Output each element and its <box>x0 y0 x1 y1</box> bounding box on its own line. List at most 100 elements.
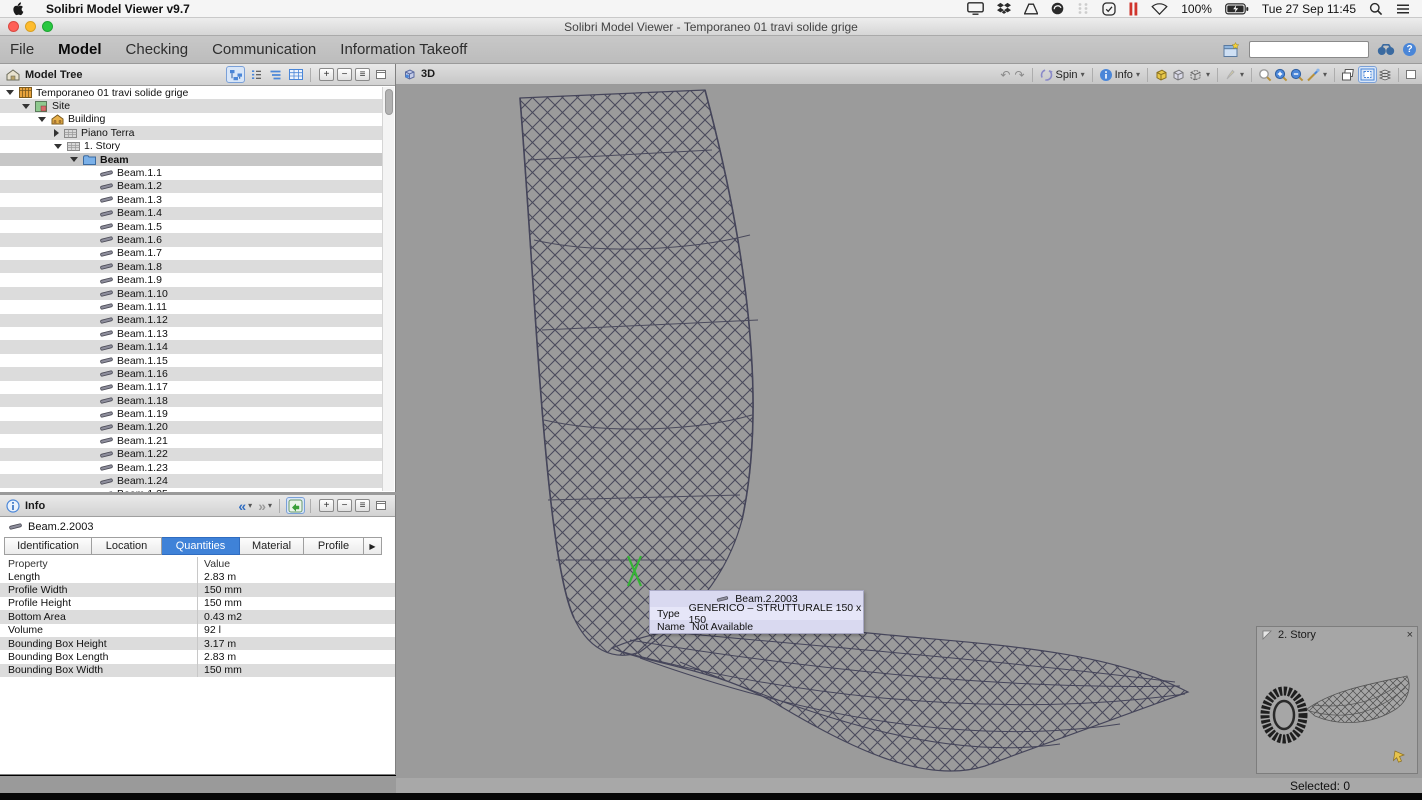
layers-icon[interactable] <box>1378 68 1392 81</box>
render-transparent-icon[interactable] <box>1171 68 1186 82</box>
render-dropdown-icon[interactable]: ▾ <box>1206 70 1210 79</box>
tree-row-beam-1-10[interactable]: Beam.1.10 <box>0 287 383 300</box>
story-overlay-window[interactable]: 2. Story × <box>1256 626 1418 774</box>
tree-row-piano-terra[interactable]: Piano Terra <box>0 126 383 139</box>
tree-row-beam-1-16[interactable]: Beam.1.16 <box>0 367 383 380</box>
redo-icon[interactable]: ↷ <box>1014 68 1024 82</box>
nav-forward-button[interactable]: » <box>258 498 266 514</box>
display-menu-icon[interactable] <box>967 2 984 15</box>
window-close-button[interactable] <box>8 21 19 32</box>
table-row[interactable]: Bottom Area0.43 m2 <box>0 610 395 623</box>
panel-restore-button[interactable]: ≡ <box>355 68 370 81</box>
tree-row-beam-1-11[interactable]: Beam.1.11 <box>0 300 383 313</box>
menu-information-takeoff[interactable]: Information Takeoff <box>340 41 467 58</box>
spin-dropdown-icon[interactable]: ▾ <box>1081 70 1085 79</box>
expanded-arrow-icon[interactable] <box>70 157 78 162</box>
apple-icon[interactable] <box>12 2 24 16</box>
tab-material[interactable]: Material <box>240 537 304 555</box>
expanded-arrow-icon[interactable] <box>6 90 14 95</box>
info-mode-label[interactable]: Info <box>1115 69 1133 81</box>
spin-label[interactable]: Spin <box>1056 69 1078 81</box>
tree-view-table-button[interactable] <box>286 66 305 83</box>
tree-row-beam-1-4[interactable]: Beam.1.4 <box>0 207 383 220</box>
pause-bars-menu-icon[interactable] <box>1129 2 1138 16</box>
tree-row-beam-1-1[interactable]: Beam.1.1 <box>0 166 383 179</box>
swirl-menu-icon[interactable] <box>1051 2 1064 15</box>
binoculars-search-icon[interactable] <box>1377 43 1395 56</box>
tab-quantities[interactable]: Quantities <box>162 537 240 555</box>
tab-identification[interactable]: Identification <box>4 537 92 555</box>
tree-row-beam-1-3[interactable]: Beam.1.3 <box>0 193 383 206</box>
wifi-menu-icon[interactable] <box>1151 2 1168 15</box>
tree-row-beam-1-5[interactable]: Beam.1.5 <box>0 220 383 233</box>
tree-row-beam-1-20[interactable]: Beam.1.20 <box>0 421 383 434</box>
spotlight-icon[interactable] <box>1369 2 1383 16</box>
table-row[interactable]: Bounding Box Width150 mm <box>0 664 395 677</box>
tree-row-beam-1-8[interactable]: Beam.1.8 <box>0 260 383 273</box>
table-row[interactable]: Volume92 l <box>0 624 395 637</box>
tree-row-beam-1-21[interactable]: Beam.1.21 <box>0 434 383 447</box>
tree-row-beam-1-12[interactable]: Beam.1.12 <box>0 314 383 327</box>
tree-row-beam-1-23[interactable]: Beam.1.23 <box>0 461 383 474</box>
info-float-button[interactable] <box>371 497 390 514</box>
collapsed-arrow-icon[interactable] <box>54 129 59 137</box>
overlay-close-icon[interactable]: × <box>1407 630 1413 640</box>
viewport-float-icon[interactable] <box>1405 69 1417 80</box>
window-titlebar[interactable]: Solibri Model Viewer - Temporaneo 01 tra… <box>0 18 1422 36</box>
tree-row-beam-1-15[interactable]: Beam.1.15 <box>0 354 383 367</box>
undo-icon[interactable]: ↶ <box>1000 68 1010 82</box>
tree-view-hierarchy-button[interactable] <box>226 66 245 83</box>
info-mode-icon[interactable] <box>1099 68 1113 82</box>
tab-profile[interactable]: Profile <box>304 537 364 555</box>
pick-element-button[interactable] <box>286 497 305 514</box>
info-restore-button[interactable]: ≡ <box>355 499 370 512</box>
tree-row-1-story[interactable]: 1. Story <box>0 140 383 153</box>
dropbox-menu-icon[interactable] <box>997 2 1011 15</box>
table-row[interactable]: Bounding Box Length2.83 m <box>0 650 395 663</box>
menu-communication[interactable]: Communication <box>212 41 316 58</box>
overlay-corner-icon[interactable] <box>1262 630 1272 640</box>
tree-row-beam-1-2[interactable]: Beam.1.2 <box>0 180 383 193</box>
select-wand-icon[interactable] <box>1306 68 1320 82</box>
render-wireframe-icon[interactable] <box>1188 68 1203 82</box>
table-row[interactable]: Length2.83 m <box>0 570 395 583</box>
table-row[interactable]: Bounding Box Height3.17 m <box>0 637 395 650</box>
tree-row-beam-1-7[interactable]: Beam.1.7 <box>0 247 383 260</box>
window-minimize-button[interactable] <box>25 21 36 32</box>
zoom-fit-icon[interactable] <box>1258 68 1272 82</box>
nav-forward-dropdown-icon[interactable]: ▾ <box>268 501 272 510</box>
expanded-arrow-icon[interactable] <box>22 104 30 109</box>
expanded-arrow-icon[interactable] <box>38 117 46 122</box>
menubar-clock[interactable]: Tue 27 Sep 11:45 <box>1262 2 1356 16</box>
tree-row-site[interactable]: Site <box>0 99 383 112</box>
tree-row-beam-1-18[interactable]: Beam.1.18 <box>0 394 383 407</box>
zoom-in-icon[interactable] <box>1274 68 1288 82</box>
tree-row-beam-1-9[interactable]: Beam.1.9 <box>0 273 383 286</box>
tab-location[interactable]: Location <box>92 537 162 555</box>
task-check-menu-icon[interactable] <box>1102 2 1116 16</box>
panel-minimize-button[interactable]: − <box>337 68 352 81</box>
section-box-icon[interactable] <box>1358 66 1377 83</box>
battery-icon[interactable] <box>1225 3 1249 15</box>
tree-scrollbar[interactable] <box>382 87 394 491</box>
tree-row-beam-1-14[interactable]: Beam.1.14 <box>0 340 383 353</box>
render-solid-icon[interactable] <box>1154 68 1169 82</box>
window-zoom-button[interactable] <box>42 21 53 32</box>
notification-center-icon[interactable] <box>1396 3 1410 15</box>
highlight-dropdown-icon[interactable]: ▾ <box>1240 70 1244 79</box>
menubar-app-name[interactable]: Solibri Model Viewer v9.7 <box>46 2 190 16</box>
tab-overflow-button[interactable]: ▶ <box>364 537 382 555</box>
search-input[interactable] <box>1249 41 1369 58</box>
tree-row-temporaneo-01-travi-solide-grige[interactable]: Temporaneo 01 travi solide grige <box>0 86 383 99</box>
new-presentation-icon[interactable] <box>1223 42 1241 58</box>
expanded-arrow-icon[interactable] <box>54 144 62 149</box>
tree-view-layers-button[interactable] <box>266 66 285 83</box>
tree-row-beam-1-19[interactable]: Beam.1.19 <box>0 407 383 420</box>
tree-row-beam-1-6[interactable]: Beam.1.6 <box>0 233 383 246</box>
menu-file[interactable]: File <box>10 41 34 58</box>
info-maximize-button[interactable]: + <box>319 499 334 512</box>
table-header-row[interactable]: PropertyValue <box>0 557 395 570</box>
nav-back-button[interactable]: « <box>238 498 246 514</box>
info-minimize-button[interactable]: − <box>337 499 352 512</box>
table-row[interactable]: Profile Height150 mm <box>0 597 395 610</box>
